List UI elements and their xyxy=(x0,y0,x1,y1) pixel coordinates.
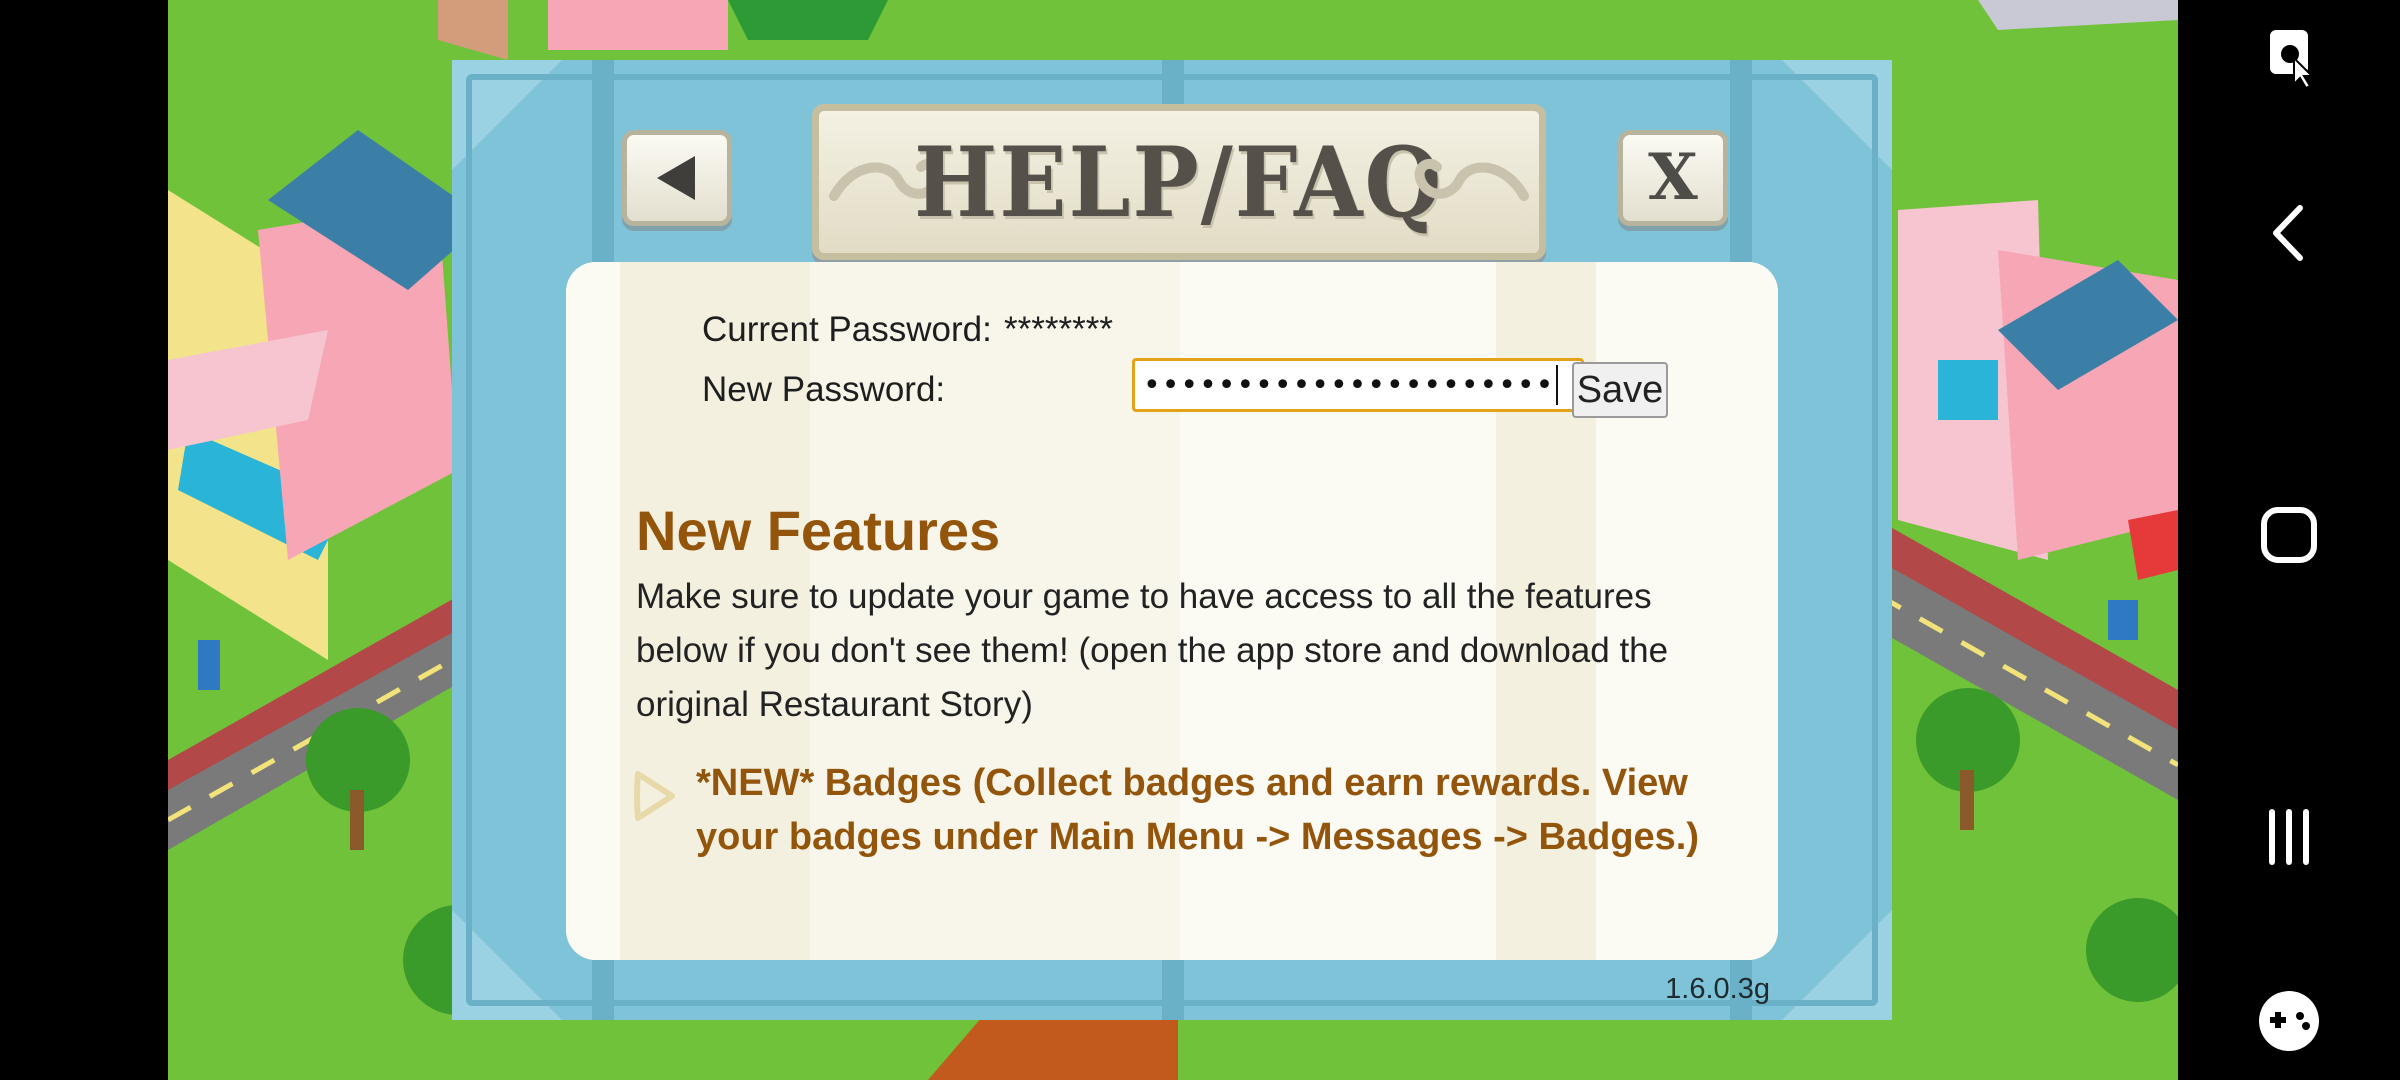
close-button[interactable]: X xyxy=(1618,130,1728,226)
version-label: 1.6.0.3g xyxy=(1665,973,1770,1005)
expand-triangle-icon[interactable] xyxy=(630,766,680,826)
back-button[interactable] xyxy=(622,130,732,226)
system-navigation-bar xyxy=(2178,0,2400,1080)
new-password-input[interactable]: •••••••••••••••••••••• xyxy=(1132,358,1584,412)
screen-record-button[interactable] xyxy=(2248,14,2330,96)
feature-item-badges[interactable]: *NEW* Badges (Collect badges and earn re… xyxy=(696,756,1726,864)
save-password-button[interactable]: Save xyxy=(1572,362,1668,418)
close-icon: X xyxy=(1648,140,1698,215)
new-features-description: Make sure to update your game to have ac… xyxy=(636,577,1669,724)
faq-content-scroll[interactable]: Current Password: ******** New Password:… xyxy=(566,262,1778,960)
text-caret xyxy=(1556,365,1559,405)
back-chevron-icon xyxy=(2273,205,2303,261)
current-password-label: Current Password: xyxy=(702,310,992,349)
screen-record-icon xyxy=(2270,30,2315,90)
home-nav-button[interactable] xyxy=(2248,494,2330,576)
new-password-value: •••••••••••••••••••••• xyxy=(1143,367,1555,403)
new-features-heading: New Features xyxy=(636,499,1001,562)
left-triangle-icon xyxy=(657,156,695,200)
game-launcher-icon xyxy=(2259,991,2319,1051)
current-password-value: ******** xyxy=(1004,310,1113,349)
new-password-label: New Password: xyxy=(702,370,946,409)
game-launcher-button[interactable] xyxy=(2248,980,2330,1062)
home-square-icon xyxy=(2261,507,2317,563)
back-nav-button[interactable] xyxy=(2248,192,2330,274)
recents-icon xyxy=(2269,809,2309,865)
title-plate: HELP/FAQ xyxy=(812,104,1546,260)
swirl-ornament-icon xyxy=(1414,158,1529,201)
dialog-title: HELP/FAQ xyxy=(914,125,1444,239)
recents-nav-button[interactable] xyxy=(2248,796,2330,878)
help-faq-dialog: HELP/FAQ X Current Password: ******** Ne… xyxy=(452,60,1892,1020)
